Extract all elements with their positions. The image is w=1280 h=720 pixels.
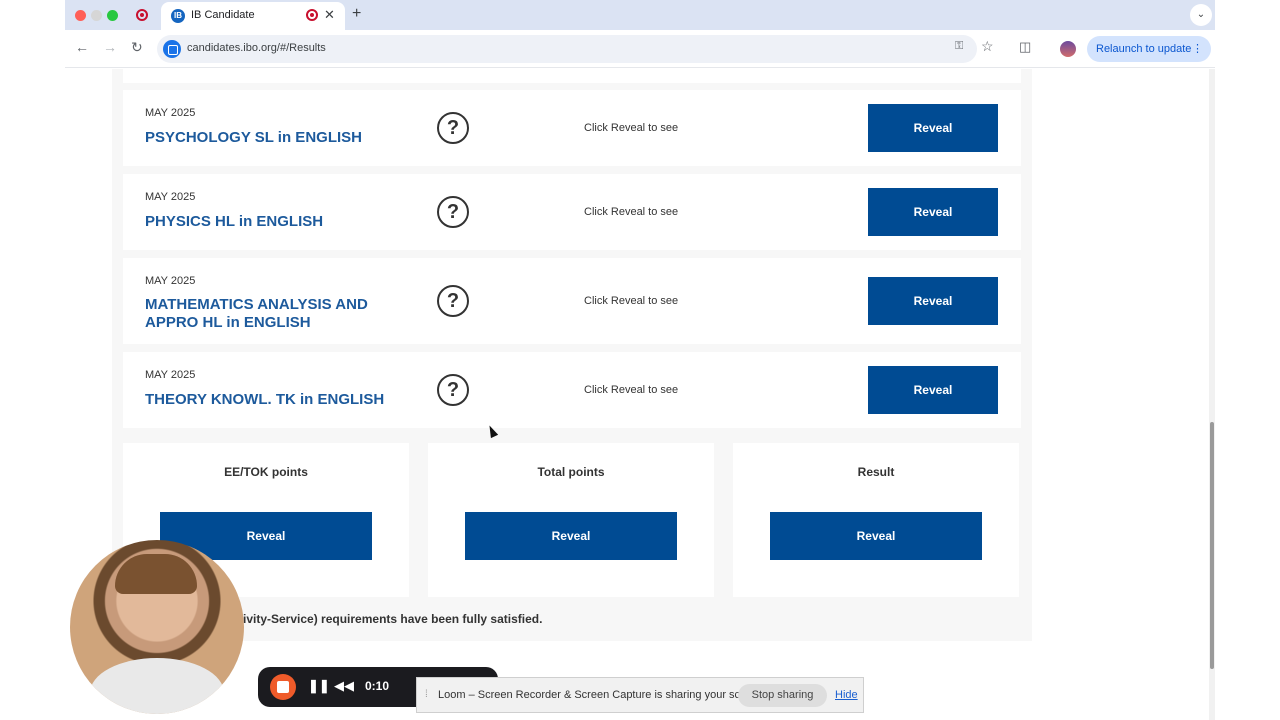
- result-reveal-button[interactable]: Reveal: [770, 512, 982, 560]
- result-label: Result: [857, 465, 895, 479]
- back-arrow-icon[interactable]: ←: [75, 39, 89, 55]
- result-session: MAY 2025: [145, 369, 196, 381]
- previous-result-card: [123, 69, 1021, 83]
- tab-title: IB Candidate: [191, 9, 255, 21]
- new-tab-button[interactable]: +: [352, 5, 361, 23]
- result-row: MAY 2025 PHYSICS HL in ENGLISH ? Click R…: [123, 174, 1021, 250]
- total-points-label: Total points: [537, 465, 605, 479]
- close-window-button[interactable]: [75, 10, 86, 21]
- result-hint: Click Reveal to see: [584, 206, 679, 218]
- recording-indicator-icon: [136, 9, 148, 21]
- tab-strip: IB IB Candidate ✕ + ⌄: [65, 0, 1215, 30]
- webcam-bubble[interactable]: [70, 540, 244, 714]
- site-info-icon[interactable]: [163, 40, 181, 58]
- question-mark-icon: ?: [437, 112, 469, 144]
- browser-toolbar: ← → ↻ candidates.ibo.org/#/Results ⚿ ☆ ◫…: [65, 30, 1215, 68]
- reveal-button[interactable]: Reveal: [868, 104, 998, 152]
- result-subject: THEORY KNOWL. TK in ENGLISH: [145, 391, 385, 408]
- tab-recording-icon: [306, 9, 318, 21]
- recording-time: 0:10: [365, 679, 390, 693]
- result-card: Result Reveal: [733, 443, 1019, 597]
- reveal-button[interactable]: Reveal: [868, 188, 998, 236]
- question-mark-icon: ?: [437, 196, 469, 228]
- bookmark-star-icon[interactable]: ☆: [981, 38, 994, 55]
- minimize-window-button[interactable]: [91, 10, 102, 21]
- result-row: MAY 2025 THEORY KNOWL. TK in ENGLISH ? C…: [123, 352, 1021, 428]
- rewind-icon[interactable]: ◀◀: [334, 678, 354, 694]
- tab-search-chevron-icon[interactable]: ⌄: [1190, 4, 1212, 26]
- result-hint: Click Reveal to see: [584, 122, 679, 134]
- cas-requirements-note: tivity-Service) requirements have been f…: [239, 612, 543, 626]
- url-text: candidates.ibo.org/#/Results: [187, 42, 326, 54]
- address-bar[interactable]: candidates.ibo.org/#/Results: [157, 35, 977, 63]
- stop-recording-button[interactable]: [270, 674, 296, 700]
- extensions-puzzle-icon[interactable]: ◫: [1019, 39, 1031, 55]
- screen: IB IB Candidate ✕ + ⌄ ← → ↻ candidates.i…: [0, 0, 1280, 720]
- screen-sharing-bar: ⁞ Loom – Screen Recorder & Screen Captur…: [416, 677, 864, 713]
- active-tab[interactable]: IB IB Candidate ✕: [161, 2, 345, 30]
- result-session: MAY 2025: [145, 107, 196, 119]
- pause-icon[interactable]: ❚❚: [308, 678, 330, 694]
- sharing-message: Loom – Screen Recorder & Screen Capture …: [438, 689, 766, 701]
- result-subject: MATHEMATICS ANALYSIS AND APPRO HL in ENG…: [145, 296, 368, 331]
- maximize-window-button[interactable]: [107, 10, 118, 21]
- page-scrollbar[interactable]: [1209, 69, 1215, 720]
- drag-handle-icon[interactable]: ⁞: [425, 689, 428, 700]
- result-session: MAY 2025: [145, 191, 196, 203]
- password-key-icon[interactable]: ⚿: [955, 40, 963, 53]
- reveal-button[interactable]: Reveal: [868, 366, 998, 414]
- result-hint: Click Reveal to see: [584, 384, 679, 396]
- result-hint: Click Reveal to see: [584, 295, 679, 307]
- ee-tok-points-label: EE/TOK points: [224, 465, 308, 479]
- profile-avatar[interactable]: [1060, 41, 1076, 57]
- webcam-person-hair: [115, 554, 197, 594]
- total-points-card: Total points Reveal: [428, 443, 714, 597]
- result-row: MAY 2025 PSYCHOLOGY SL in ENGLISH ? Clic…: [123, 90, 1021, 166]
- stop-sharing-button[interactable]: Stop sharing: [738, 684, 827, 707]
- hide-link[interactable]: Hide: [835, 689, 858, 701]
- total-points-reveal-button[interactable]: Reveal: [465, 512, 677, 560]
- webcam-person-shirt: [90, 658, 224, 714]
- result-subject: PHYSICS HL in ENGLISH: [145, 213, 324, 230]
- result-row: MAY 2025 MATHEMATICS ANALYSIS AND APPRO …: [123, 258, 1021, 344]
- question-mark-icon: ?: [437, 285, 469, 317]
- reload-icon[interactable]: ↻: [131, 39, 143, 56]
- result-session: MAY 2025: [145, 275, 196, 287]
- more-options-icon: ⋮: [1192, 43, 1203, 55]
- scrollbar-thumb[interactable]: [1210, 422, 1214, 669]
- question-mark-icon: ?: [437, 374, 469, 406]
- ib-favicon-icon: IB: [171, 9, 185, 23]
- relaunch-button[interactable]: Relaunch to update ⋮: [1087, 36, 1211, 62]
- result-subject: PSYCHOLOGY SL in ENGLISH: [145, 129, 362, 146]
- reveal-button[interactable]: Reveal: [868, 277, 998, 325]
- forward-arrow-icon[interactable]: →: [103, 39, 117, 55]
- tab-close-icon[interactable]: ✕: [324, 7, 335, 23]
- relaunch-label: Relaunch to update: [1096, 43, 1192, 55]
- results-panel: MAY 2025 PSYCHOLOGY SL in ENGLISH ? Clic…: [112, 69, 1032, 641]
